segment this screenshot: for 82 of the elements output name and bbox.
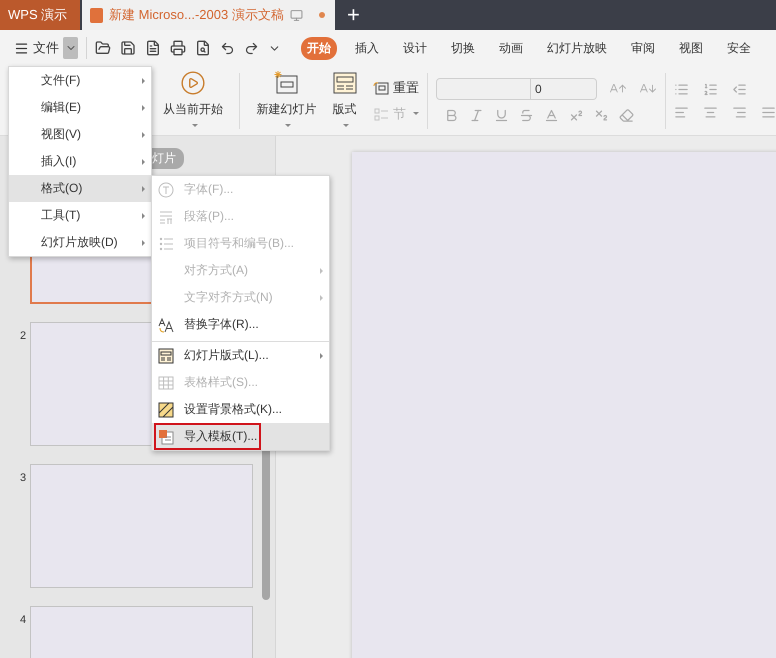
- submenu-label: 段落(P)...: [184, 208, 234, 225]
- submenu-label: 替换字体(R)...: [184, 316, 259, 333]
- ribbon-tab[interactable]: 安全: [721, 36, 757, 60]
- pdf-icon[interactable]: [145, 40, 161, 56]
- submenu-item[interactable]: 导入模板(T)...: [152, 423, 329, 450]
- submenu-label: 导入模板(T)...: [184, 428, 258, 445]
- font-size-field[interactable]: 0: [531, 78, 597, 100]
- menu-icon: [14, 40, 29, 56]
- superscript-icon[interactable]: [569, 108, 584, 123]
- bullet-list-icon: [158, 236, 174, 252]
- new-slide-button[interactable]: 新建幻灯片: [248, 70, 324, 132]
- align-center-icon[interactable]: [702, 104, 718, 120]
- layout-button[interactable]: 版式: [324, 70, 366, 132]
- font-replace-icon: [158, 316, 174, 332]
- slide-number: 2: [19, 330, 28, 342]
- submenu-item[interactable]: 幻灯片版式(L)...: [152, 341, 329, 369]
- slide-number: 3: [19, 472, 28, 484]
- layout-icon: [158, 348, 174, 364]
- strikethrough-icon[interactable]: [519, 108, 534, 123]
- monitor-icon: [290, 8, 303, 22]
- ribbon-tab[interactable]: 审阅: [625, 36, 661, 60]
- italic-icon[interactable]: [469, 108, 484, 123]
- paragraph-icon: [158, 208, 174, 224]
- indent-icon[interactable]: [732, 82, 747, 96]
- align-left-icon[interactable]: [674, 104, 689, 120]
- menu-item[interactable]: 插入(I): [9, 148, 151, 175]
- menu-item[interactable]: 格式(O): [9, 175, 151, 202]
- print-icon[interactable]: [170, 40, 186, 56]
- align-right-icon[interactable]: [732, 104, 747, 120]
- ribbon-tab[interactable]: 切换: [445, 36, 481, 60]
- undo-icon[interactable]: [220, 40, 235, 56]
- layout-icon: [332, 70, 358, 96]
- eraser-icon[interactable]: [619, 108, 634, 123]
- save-icon[interactable]: [120, 40, 136, 56]
- menu-item[interactable]: 文件(F): [9, 67, 151, 94]
- reset-button[interactable]: 重置: [373, 78, 420, 96]
- open-icon[interactable]: [95, 40, 111, 56]
- app-tab[interactable]: WPS 演示: [0, 0, 80, 30]
- slide-number: 4: [19, 614, 28, 626]
- bullet-list-icon[interactable]: [674, 82, 689, 96]
- font-color-icon[interactable]: [544, 108, 559, 123]
- document-icon: [90, 8, 103, 22]
- letter-t-circle-icon: [158, 182, 174, 198]
- template-icon: [158, 428, 174, 444]
- font-name-field[interactable]: [436, 78, 531, 100]
- submenu-label: 表格样式(S)...: [184, 374, 258, 391]
- reset-icon: [373, 80, 390, 94]
- subscript-icon[interactable]: [594, 108, 609, 123]
- preview-icon[interactable]: [195, 40, 211, 56]
- slide-thumbnail[interactable]: [30, 464, 253, 588]
- align-justify-icon[interactable]: [760, 104, 776, 120]
- numbered-list-icon[interactable]: [702, 82, 718, 96]
- document-title: 新建 Microso...-2003 演示文稿: [109, 6, 284, 24]
- underline-icon[interactable]: [494, 108, 509, 123]
- section-icon: [373, 106, 390, 120]
- menu-item[interactable]: 工具(T): [9, 202, 151, 229]
- background-fill-icon: [158, 402, 174, 418]
- ribbon-tab[interactable]: 视图: [673, 36, 709, 60]
- ribbon-tab[interactable]: 设计: [397, 36, 433, 60]
- table-icon: [158, 374, 174, 390]
- ribbon-tab[interactable]: 动画: [493, 36, 529, 60]
- submenu-label: 项目符号和编号(B)...: [184, 235, 294, 252]
- submenu-label: 字体(F)...: [184, 181, 234, 198]
- play-from-current-button[interactable]: 从当前开始: [155, 70, 232, 132]
- new-slide-icon: [273, 70, 300, 96]
- submenu-item[interactable]: 替换字体(R)...: [152, 311, 329, 338]
- submenu-label: 文字对齐方式(N): [184, 289, 273, 306]
- play-icon: [180, 70, 206, 96]
- submenu-label: 设置背景格式(K)...: [184, 401, 282, 418]
- menu-item[interactable]: 编辑(E): [9, 94, 151, 121]
- ribbon-tab[interactable]: 幻灯片放映: [541, 36, 613, 60]
- ribbon-tab[interactable]: 插入: [349, 36, 385, 60]
- bold-icon[interactable]: [444, 108, 459, 123]
- submenu-item[interactable]: 设置背景格式(K)...: [152, 396, 329, 423]
- menu-dropdown-button[interactable]: [63, 37, 78, 59]
- submenu-label: 对齐方式(A): [184, 262, 248, 279]
- redo-icon[interactable]: [244, 40, 259, 56]
- new-tab-button[interactable]: +: [335, 0, 360, 30]
- file-menu-button[interactable]: 文件: [14, 39, 59, 57]
- menu-item[interactable]: 视图(V): [9, 121, 151, 148]
- menu-item[interactable]: 幻灯片放映(D): [9, 229, 151, 256]
- submenu-label: 幻灯片版式(L)...: [184, 347, 269, 364]
